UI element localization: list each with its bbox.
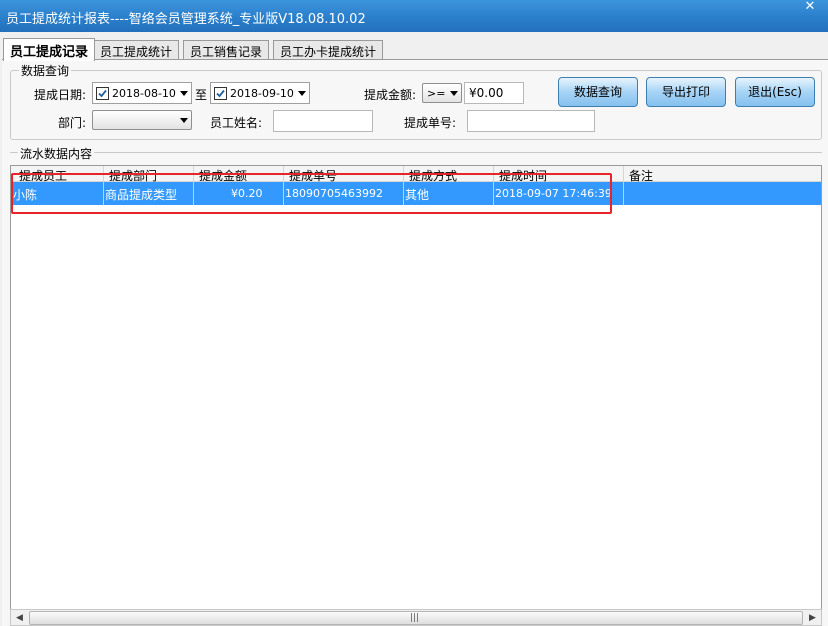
order-no-input[interactable] — [467, 110, 595, 132]
date-to-label: 至 — [195, 88, 208, 102]
scroll-right-icon[interactable]: ▶ — [805, 611, 820, 625]
export-print-button[interactable]: 导出打印 — [646, 77, 726, 107]
employee-name-label: 员工姓名: — [210, 116, 263, 130]
exit-button[interactable]: 退出(Esc) — [735, 77, 815, 107]
data-group: 流水数据内容 — [10, 145, 822, 162]
title-bar: 员工提成统计报表----智络会员管理系统_专业版V18.08.10.02 ✕ — [0, 0, 828, 32]
scroll-thumb[interactable]: ||| — [29, 611, 803, 625]
date-from-checkbox[interactable] — [96, 87, 109, 100]
dept-select[interactable] — [92, 110, 192, 130]
chevron-down-icon — [180, 118, 188, 123]
window-title: 员工提成统计报表----智络会员管理系统_专业版V18.08.10.02 — [6, 12, 366, 27]
date-to-value: 2018-09-10 — [230, 87, 294, 100]
amount-input-value: ¥0.00 — [469, 86, 504, 100]
tab-commission-stats[interactable]: 员工提成统计 — [93, 40, 180, 60]
check-icon — [98, 89, 107, 98]
date-label: 提成日期: — [34, 88, 87, 102]
chevron-down-icon — [298, 91, 306, 96]
chevron-down-icon — [180, 91, 188, 96]
data-group-label: 流水数据内容 — [18, 145, 95, 162]
date-from-picker[interactable]: 2018-08-10 — [92, 82, 192, 104]
date-to-picker[interactable]: 2018-09-10 — [210, 82, 310, 104]
amount-operator-select[interactable]: >= — [422, 83, 462, 103]
query-button[interactable]: 数据查询 — [558, 77, 638, 107]
query-group-label: 数据查询 — [19, 62, 72, 79]
dept-label: 部门: — [58, 116, 87, 130]
check-icon — [216, 89, 225, 98]
employee-name-input[interactable] — [273, 110, 373, 132]
row-divider — [623, 182, 624, 205]
horizontal-scrollbar[interactable]: ◀ ||| ▶ — [10, 609, 822, 626]
tab-commission-records[interactable]: 员工提成记录 — [3, 38, 96, 61]
amount-operator-value: >= — [427, 87, 446, 100]
date-to-checkbox[interactable] — [214, 87, 227, 100]
tab-card-commission-stats[interactable]: 员工办卡提成统计 — [273, 40, 384, 60]
data-grid[interactable]: 提成员工 提成部门 提成金额 提成单号 提成方式 提成时间 备注 小陈 商品提成… — [10, 165, 822, 613]
amount-label: 提成金额: — [364, 88, 417, 102]
order-no-label: 提成单号: — [404, 116, 457, 130]
chevron-down-icon — [450, 91, 458, 96]
date-from-value: 2018-08-10 — [112, 87, 176, 100]
close-icon[interactable]: ✕ — [800, 0, 820, 14]
amount-input[interactable]: ¥0.00 — [464, 82, 524, 104]
col-divider[interactable] — [623, 166, 624, 182]
grip-icon: ||| — [410, 613, 420, 623]
tab-strip: 员工提成记录 员工提成统计 员工销售记录 员工办卡提成统计 — [0, 38, 828, 61]
highlight-annotation-box — [11, 173, 612, 214]
tab-sales-records[interactable]: 员工销售记录 — [183, 40, 270, 60]
scroll-left-icon[interactable]: ◀ — [12, 611, 27, 625]
